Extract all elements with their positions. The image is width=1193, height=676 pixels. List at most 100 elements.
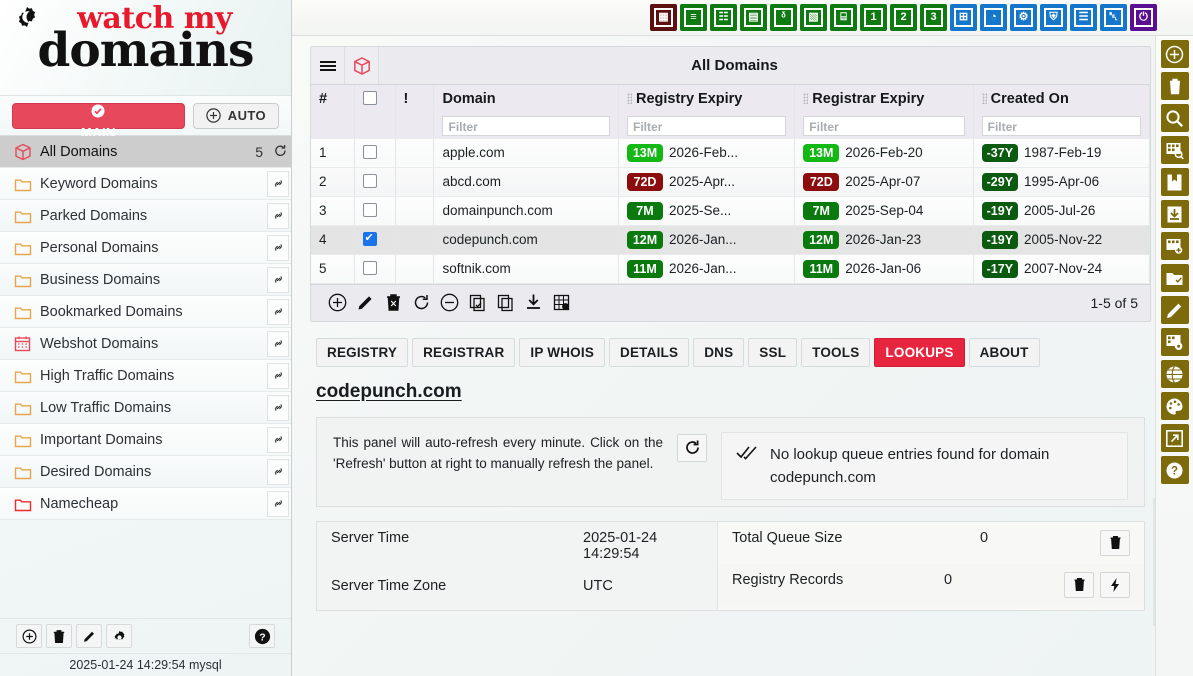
tab-ip-whois[interactable]: IP WHOIS	[519, 337, 606, 367]
link-icon[interactable]	[267, 490, 289, 517]
link-icon[interactable]	[267, 394, 289, 421]
col-header-select-all[interactable]	[354, 85, 396, 112]
col-header-registrar-expiry[interactable]: Registrar Expiry	[794, 85, 974, 112]
lookup-refresh-button[interactable]	[677, 433, 707, 462]
tab-tools[interactable]: TOOLS	[801, 337, 871, 367]
row-checkbox[interactable]	[362, 174, 377, 188]
alerts-icon[interactable]: ␇	[1100, 4, 1127, 31]
sidebar-item-parked-domains[interactable]: Parked Domains	[0, 200, 291, 232]
table-settings-icon[interactable]	[1160, 328, 1189, 356]
cell-select[interactable]	[354, 254, 396, 284]
bolt-icon[interactable]	[1100, 571, 1130, 598]
table-row[interactable]: 4 codepunch.com 12M 2026-Jan... 12M 2026-J…	[311, 225, 1151, 255]
col-header-flag[interactable]: !	[395, 85, 435, 112]
duplicate-button[interactable]	[491, 291, 519, 314]
detail-domain-title[interactable]: codepunch.com	[316, 381, 1151, 403]
sidebar-item-high-traffic-domains[interactable]: High Traffic Domains	[0, 360, 291, 392]
add-group-button[interactable]	[16, 624, 42, 648]
filter-input-created-on[interactable]: Filter	[981, 115, 1141, 136]
tab-registry[interactable]: REGISTRY	[316, 337, 409, 367]
tab-ssl[interactable]: SSL	[748, 337, 798, 367]
remove-button[interactable]	[435, 291, 463, 314]
globe-icon[interactable]	[1160, 360, 1189, 388]
col-header-registry-expiry[interactable]: Registry Expiry	[618, 85, 796, 112]
sidebar-item-low-traffic-domains[interactable]: Low Traffic Domains	[0, 392, 291, 424]
trash-icon[interactable]	[1100, 529, 1130, 556]
filter-input-registry-expiry[interactable]: Filter	[626, 115, 787, 136]
link-icon[interactable]	[267, 362, 289, 389]
preset-two-icon[interactable]: 2	[890, 4, 917, 31]
table-row[interactable]: 2 abcd.com 72D 2025-Apr... 72D 2025-Apr-07…	[311, 167, 1151, 197]
tab-lookups[interactable]: LOOKUPS	[874, 337, 965, 367]
monitor-view-icon[interactable]: ⌸	[830, 4, 857, 31]
dashboard-icon[interactable]: ◔	[980, 4, 1007, 31]
refresh-icon[interactable]	[269, 144, 291, 159]
tab-registrar[interactable]: REGISTRAR	[412, 337, 516, 367]
row-checkbox[interactable]	[362, 145, 377, 159]
cell-domain[interactable]: abcd.com	[433, 167, 619, 197]
bookmark-icon[interactable]	[1160, 168, 1189, 196]
grid-settings-button[interactable]	[547, 291, 575, 314]
delete-group-button[interactable]	[46, 624, 72, 648]
cell-domain[interactable]: softnik.com	[433, 254, 619, 284]
delete-domain-button[interactable]	[379, 291, 407, 314]
preset-three-icon[interactable]: 3	[920, 4, 947, 31]
link-icon[interactable]	[267, 330, 289, 357]
cell-domain[interactable]: codepunch.com	[433, 225, 619, 255]
cell-domain[interactable]: apple.com	[433, 138, 619, 168]
refresh-button[interactable]	[407, 291, 435, 314]
search-icon[interactable]	[1160, 104, 1189, 132]
tab-dns[interactable]: DNS	[693, 337, 745, 367]
calendar-view-icon[interactable]: ▦	[650, 4, 677, 31]
sidebar-item-important-domains[interactable]: Important Domains	[0, 424, 291, 456]
table-add-icon[interactable]	[1160, 232, 1189, 260]
edit-domain-button[interactable]	[351, 291, 379, 314]
download-button[interactable]	[519, 291, 547, 314]
link-icon[interactable]	[267, 458, 289, 485]
help-icon[interactable]: ?	[249, 624, 275, 648]
download-icon[interactable]	[1160, 200, 1189, 228]
add-icon[interactable]	[1160, 40, 1189, 68]
sidebar-item-keyword-domains[interactable]: Keyword Domains	[0, 168, 291, 200]
copy-rows-button[interactable]	[463, 291, 491, 314]
external-link-icon[interactable]	[1160, 424, 1189, 452]
sidebar-item-bookmarked-domains[interactable]: Bookmarked Domains	[0, 296, 291, 328]
split-view-icon[interactable]: ▤	[740, 4, 767, 31]
grid-view-icon[interactable]: ☷	[710, 4, 737, 31]
table-row[interactable]: 1 apple.com 13M 2026-Feb... 13M 2026-Feb-2…	[311, 138, 1151, 168]
link-icon[interactable]	[267, 426, 289, 453]
link-icon[interactable]	[267, 298, 289, 325]
power-icon[interactable]: ⏻	[1130, 4, 1157, 31]
column-grip[interactable]	[803, 92, 809, 104]
table-search-icon[interactable]	[1160, 136, 1189, 164]
cell-select[interactable]	[354, 138, 396, 168]
list-view-icon[interactable]: ≡	[680, 4, 707, 31]
cell-domain[interactable]: domainpunch.com	[433, 196, 619, 226]
link-icon[interactable]	[267, 202, 289, 229]
row-checkbox[interactable]	[362, 261, 377, 275]
row-checkbox[interactable]	[362, 231, 377, 246]
column-grip[interactable]	[981, 92, 987, 104]
card-view-icon[interactable]: ▧	[800, 4, 827, 31]
hamburger-icon[interactable]	[311, 47, 345, 84]
help-icon[interactable]: ?	[1160, 456, 1189, 484]
palette-icon[interactable]	[1160, 392, 1189, 420]
tab-details[interactable]: DETAILS	[609, 337, 690, 367]
sidebar-item-namecheap[interactable]: Namecheap	[0, 488, 291, 520]
chart-view-icon[interactable]: ᵟ	[770, 4, 797, 31]
sidebar-item-webshot-domains[interactable]: Webshot Domains	[0, 328, 291, 360]
settings-icon[interactable]: ⚙	[1010, 4, 1037, 31]
column-grip[interactable]	[626, 92, 632, 104]
filter-input-registrar-expiry[interactable]: Filter	[803, 115, 965, 136]
tab-auto[interactable]: AUTO	[192, 102, 279, 129]
select-all-checkbox[interactable]	[362, 90, 377, 105]
filter-input-domain[interactable]: Filter	[442, 115, 610, 136]
sidebar-item-personal-domains[interactable]: Personal Domains	[0, 232, 291, 264]
pencil-icon[interactable]	[1160, 296, 1189, 324]
col-header-num[interactable]: #	[311, 85, 355, 112]
security-icon[interactable]: ⛨	[1040, 4, 1067, 31]
sidebar-item-desired-domains[interactable]: Desired Domains	[0, 456, 291, 488]
link-icon[interactable]	[267, 234, 289, 261]
tab-about[interactable]: ABOUT	[968, 337, 1040, 367]
edit-group-button[interactable]	[76, 624, 102, 648]
